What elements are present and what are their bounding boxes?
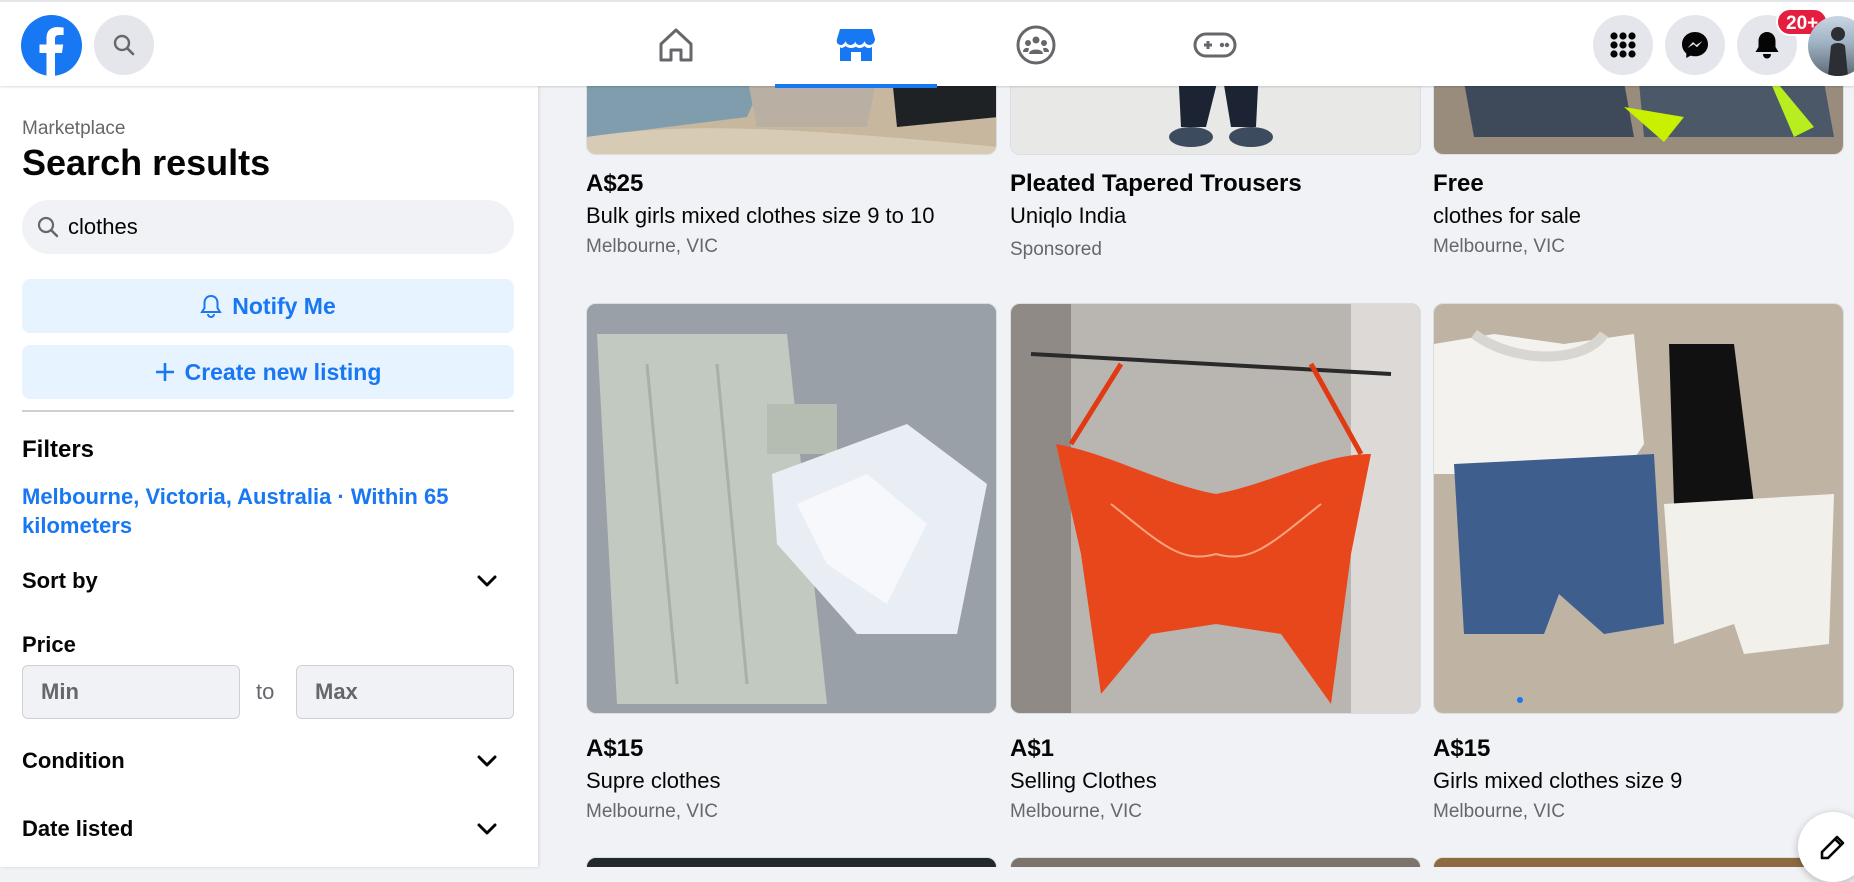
listing-image[interactable]: [1433, 86, 1844, 155]
sort-by-dropdown[interactable]: Sort by: [22, 568, 514, 594]
gamepad-icon: [1193, 32, 1237, 58]
price-label: Price: [22, 632, 76, 657]
marketplace-store-icon: [836, 29, 875, 61]
listing-image[interactable]: [1433, 303, 1844, 714]
listing-price: Pleated Tapered Trousers: [1010, 170, 1302, 197]
notify-me-label: Notify Me: [232, 292, 336, 319]
price-min-input[interactable]: [41, 679, 221, 705]
tab-gaming[interactable]: [1134, 4, 1296, 86]
plus-icon: [155, 363, 174, 381]
marketplace-search-box[interactable]: [22, 200, 514, 254]
listing-location: Melbourne, VIC: [1433, 801, 1566, 822]
listing-image[interactable]: [1433, 857, 1844, 867]
listing-price: A$25: [586, 170, 644, 197]
menu-button[interactable]: [1593, 15, 1653, 75]
tab-groups[interactable]: [955, 4, 1117, 86]
tab-marketplace[interactable]: [775, 4, 937, 88]
condition-label: Condition: [22, 748, 125, 773]
listing-price: A$15: [586, 735, 644, 762]
tab-home[interactable]: [595, 4, 757, 86]
price-max-field[interactable]: [296, 665, 514, 719]
avatar[interactable]: [1808, 16, 1854, 76]
listing-location: Melbourne, VIC: [1010, 801, 1143, 822]
chevron-down-icon: [477, 823, 497, 835]
bell-icon: [200, 294, 223, 318]
compose-message-button[interactable]: [1798, 812, 1854, 882]
chevron-down-icon: [477, 755, 497, 767]
compose-icon: [1820, 835, 1845, 860]
sidebar: Marketplace Search results Notify Me Cre…: [0, 86, 538, 867]
messenger-icon: [1682, 32, 1708, 58]
listing-location: Melbourne, VIC: [1433, 236, 1566, 257]
sponsored-label: Sponsored: [1010, 239, 1102, 260]
page-title: Search results: [22, 142, 271, 183]
listing-price: A$15: [1433, 735, 1491, 762]
top-navigation-bar: 20+: [0, 0, 1854, 88]
price-max-input[interactable]: [315, 679, 495, 705]
create-listing-button[interactable]: Create new listing: [22, 345, 514, 399]
listing-title[interactable]: Uniqlo India: [1010, 203, 1126, 229]
condition-dropdown[interactable]: Condition: [22, 748, 514, 774]
grid-menu-icon: [1610, 32, 1636, 58]
listing-price: A$1: [1010, 735, 1055, 762]
filters-heading: Filters: [22, 436, 95, 463]
bell-icon: [1755, 32, 1779, 59]
listing-price: Free: [1433, 170, 1484, 197]
listing-title[interactable]: Girls mixed clothes size 9: [1433, 768, 1682, 794]
listing-image[interactable]: [1010, 86, 1421, 155]
divider: [22, 410, 514, 412]
chevron-down-icon: [477, 575, 497, 587]
listing-title[interactable]: Selling Clothes: [1010, 768, 1157, 794]
date-listed-dropdown[interactable]: Date listed: [22, 816, 514, 842]
listing-image[interactable]: [586, 857, 997, 867]
sort-by-label: Sort by: [22, 568, 98, 593]
notify-me-button[interactable]: Notify Me: [22, 279, 514, 333]
price-min-field[interactable]: [22, 665, 240, 719]
search-icon: [37, 216, 59, 238]
facebook-logo-icon[interactable]: [21, 15, 82, 77]
price-to-label: to: [256, 679, 275, 704]
listings-feed: A$25 Bulk girls mixed clothes size 9 to …: [538, 86, 1854, 867]
listing-image[interactable]: [1010, 857, 1421, 867]
search-button[interactable]: [94, 15, 154, 75]
groups-icon: [1016, 25, 1056, 65]
home-icon: [659, 28, 693, 62]
listing-location: Melbourne, VIC: [586, 801, 719, 822]
breadcrumb[interactable]: Marketplace: [22, 118, 126, 140]
messenger-button[interactable]: [1665, 15, 1725, 75]
create-listing-label: Create new listing: [184, 358, 382, 385]
location-filter-link[interactable]: Melbourne, Victoria, Australia · Within …: [22, 482, 482, 540]
date-listed-label: Date listed: [22, 816, 134, 841]
listing-title[interactable]: Bulk girls mixed clothes size 9 to 10: [586, 203, 935, 229]
listing-title[interactable]: clothes for sale: [1433, 203, 1581, 229]
listing-location: Melbourne, VIC: [586, 236, 719, 257]
search-input[interactable]: [68, 214, 488, 240]
listing-image[interactable]: [586, 303, 997, 714]
listing-image[interactable]: [586, 86, 997, 155]
search-icon: [113, 34, 135, 56]
listing-title[interactable]: Supre clothes: [586, 768, 721, 794]
listing-image[interactable]: [1010, 303, 1421, 714]
